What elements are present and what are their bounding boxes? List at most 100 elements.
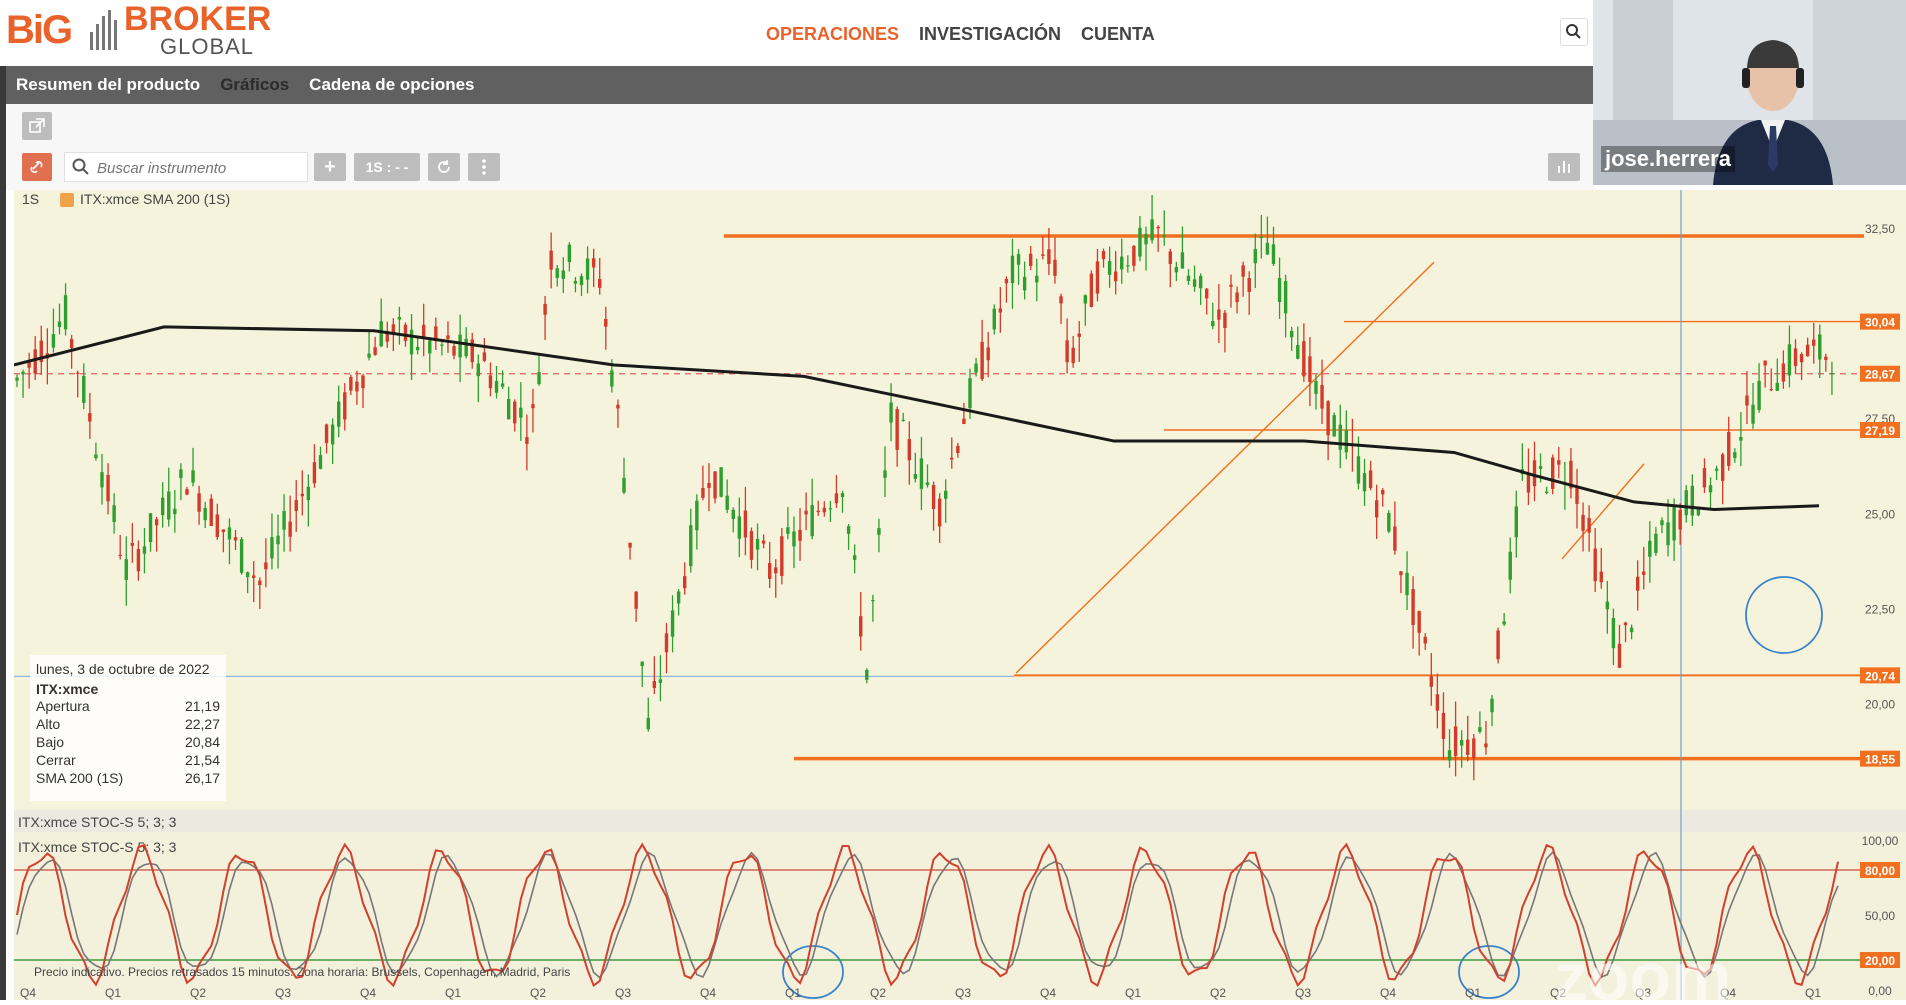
candle-body	[500, 383, 505, 387]
big-logo[interactable]: BiG	[6, 8, 73, 53]
popout-button[interactable]	[22, 112, 52, 140]
nav-investigacion[interactable]: INVESTIGACIÓN	[919, 24, 1061, 45]
candle-body	[1174, 267, 1179, 273]
refresh-icon	[438, 160, 450, 173]
candle-body	[937, 498, 942, 527]
candle-body	[1411, 589, 1415, 625]
candle-body	[1678, 510, 1682, 530]
candle-body	[124, 559, 128, 580]
price-chart[interactable]: 1S ITX:xmce SMA 200 (1S) 32,50 30,04 28,67 27…	[13, 190, 1906, 1005]
candle-body	[1393, 526, 1397, 551]
candle-body	[543, 303, 547, 315]
time-axis-label: Q4	[700, 986, 716, 1000]
interval-selector[interactable]: 1S : - -	[354, 153, 420, 181]
legend-symbol: ITX:xmce SMA 200 (1S)	[80, 191, 230, 207]
candle-body	[925, 482, 930, 486]
candle-body	[367, 353, 371, 358]
candle-body	[1035, 275, 1039, 283]
candle-body	[1793, 348, 1798, 367]
candle-body	[106, 474, 110, 502]
nav-cuenta[interactable]: CUENTA	[1081, 24, 1155, 45]
candle-body	[549, 250, 553, 270]
candle-body	[82, 375, 86, 403]
candle-body	[1672, 506, 1676, 541]
participant-name: jose.herrera	[1601, 146, 1735, 172]
refresh-button[interactable]	[428, 153, 460, 181]
add-instrument-button[interactable]: +	[314, 153, 346, 181]
candle-body	[852, 555, 857, 560]
candle-body	[252, 575, 256, 579]
candle-body	[1356, 456, 1361, 484]
info-date: lunes, 3 de octubre de 2022	[36, 661, 210, 677]
candle-body	[907, 439, 911, 461]
candle-body	[1593, 548, 1597, 582]
more-options-button[interactable]	[468, 153, 500, 181]
time-axis-label: Q1	[445, 986, 461, 1000]
info-symbol: ITX:xmce	[36, 681, 99, 697]
instrument-search-input[interactable]	[95, 157, 299, 179]
candle-body	[986, 347, 990, 361]
candle-body	[1727, 431, 1731, 466]
candle-body	[379, 321, 383, 347]
candle-body	[1830, 373, 1834, 375]
time-axis-label: Q3	[275, 986, 291, 1000]
price-axis-label: 22,50	[1865, 602, 1895, 616]
candle-body	[1065, 340, 1069, 363]
candle-body	[871, 600, 875, 602]
candle-body	[355, 381, 359, 392]
candle-body	[974, 363, 978, 373]
candle-body	[767, 563, 772, 579]
time-axis-label: Q3	[615, 986, 631, 1000]
candle-body	[1666, 522, 1670, 546]
candle-body	[1308, 356, 1312, 382]
candle-body	[707, 482, 711, 489]
time-axis-label: Q1	[1805, 986, 1821, 1000]
candle-body	[185, 489, 189, 495]
candle-body	[179, 469, 183, 479]
candle-body	[877, 528, 881, 535]
candle-body	[349, 377, 353, 391]
candle-body	[1338, 424, 1342, 450]
candle-body	[318, 455, 323, 469]
link-button[interactable]	[22, 153, 52, 181]
tab-graficos[interactable]: Gráficos	[220, 75, 289, 95]
tab-cadena-opciones[interactable]: Cadena de opciones	[309, 75, 474, 95]
candle-body	[1059, 296, 1063, 304]
candle-body	[1101, 251, 1106, 260]
chart-area[interactable]: 1S ITX:xmce SMA 200 (1S) 32,50 30,04 28,67 27…	[13, 190, 1906, 1005]
candle-body	[1514, 506, 1518, 538]
candle-body	[1265, 242, 1270, 255]
candle-body	[513, 401, 517, 424]
tab-resumen-producto[interactable]: Resumen del producto	[16, 75, 200, 95]
time-axis-label: Q1	[105, 986, 121, 1000]
candle-body	[1805, 344, 1810, 357]
info-row-apertura: Apertura 21,19	[36, 697, 220, 715]
candle-body	[1466, 739, 1470, 755]
candle-body	[555, 268, 559, 278]
candle-body	[1423, 636, 1427, 644]
candle-body	[834, 493, 839, 504]
candle-body	[1648, 540, 1652, 557]
candle-body	[1484, 743, 1488, 748]
candle-body	[51, 334, 56, 348]
panel-separator	[14, 810, 1906, 832]
price-tag-label: 20,74	[1865, 669, 1895, 683]
candle-body	[1156, 226, 1160, 229]
chart-type-button[interactable]	[1548, 153, 1580, 181]
candle-body	[676, 591, 681, 604]
time-axis-label: Q4	[360, 986, 376, 1000]
candle-body	[525, 436, 529, 444]
candle-body	[343, 392, 347, 420]
external-link-icon	[29, 118, 45, 133]
candle-body	[1587, 517, 1591, 533]
candle-body	[1071, 347, 1075, 364]
candle-body	[1271, 244, 1276, 264]
candle-body	[1544, 491, 1549, 494]
candle-body	[634, 591, 638, 609]
candle-body	[573, 280, 578, 284]
header-search-button[interactable]	[1560, 18, 1588, 46]
instrument-search[interactable]	[64, 152, 308, 182]
candle-body	[585, 258, 590, 280]
candle-body	[245, 572, 250, 578]
nav-operaciones[interactable]: OPERACIONES	[766, 24, 899, 45]
